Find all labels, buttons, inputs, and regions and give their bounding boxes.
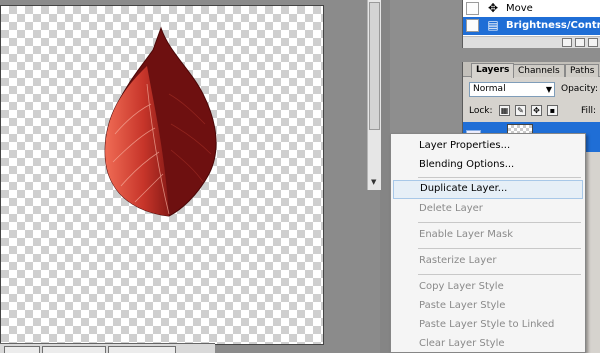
lock-position-icon[interactable]: ✥ bbox=[531, 105, 542, 116]
menu-item-enable-layer-mask[interactable]: Enable Layer Mask bbox=[393, 226, 583, 245]
history-snapshot-checkbox[interactable] bbox=[466, 2, 479, 15]
menu-separator bbox=[418, 274, 581, 275]
leaf-image bbox=[104, 26, 217, 217]
lock-label: Lock: bbox=[469, 106, 493, 116]
opacity-label: Opacity: bbox=[561, 84, 598, 94]
blend-mode-value: Normal bbox=[473, 84, 506, 94]
history-item-label: Brightness/Contrast bbox=[506, 20, 600, 31]
tab-paths[interactable]: Paths bbox=[565, 64, 600, 77]
menu-item-blending-options[interactable]: Blending Options... bbox=[393, 156, 583, 175]
history-snapshot-checkbox[interactable] bbox=[466, 19, 479, 32]
chevron-down-icon: ▼ bbox=[545, 85, 552, 94]
layers-panel-tabs: Layers Channels Paths bbox=[463, 62, 600, 78]
history-footer bbox=[463, 36, 600, 48]
history-panel: ✥ Move ▤ Brightness/Contrast bbox=[462, 0, 600, 48]
menu-separator bbox=[418, 248, 581, 249]
history-item-move[interactable]: ✥ Move bbox=[463, 0, 600, 18]
lock-all-icon[interactable]: ▪ bbox=[547, 105, 558, 116]
menu-item-layer-properties[interactable]: Layer Properties... bbox=[393, 137, 583, 156]
new-snapshot-icon[interactable] bbox=[562, 38, 572, 47]
document-tab-bar bbox=[0, 343, 215, 353]
tab-channels[interactable]: Channels bbox=[513, 64, 565, 77]
document-tab[interactable] bbox=[108, 346, 176, 353]
menu-item-duplicate-layer[interactable]: Duplicate Layer... bbox=[393, 180, 583, 199]
history-item-label: Move bbox=[506, 3, 533, 14]
scrollbar-thumb[interactable] bbox=[369, 2, 380, 130]
menu-item-paste-layer-style[interactable]: Paste Layer Style bbox=[393, 297, 583, 316]
menu-separator bbox=[418, 222, 581, 223]
history-item-brightness-contrast[interactable]: ▤ Brightness/Contrast bbox=[463, 17, 600, 35]
lock-transparency-icon[interactable]: ▦ bbox=[499, 105, 510, 116]
lock-image-icon[interactable]: ✎ bbox=[515, 105, 526, 116]
menu-item-rasterize-layer[interactable]: Rasterize Layer bbox=[393, 252, 583, 271]
menu-item-copy-layer-style[interactable]: Copy Layer Style bbox=[393, 278, 583, 297]
adjustment-layer-icon: ▤ bbox=[487, 18, 499, 32]
document-window: ▼ bbox=[0, 0, 381, 353]
fill-label: Fill: bbox=[581, 106, 597, 116]
menu-separator bbox=[418, 177, 581, 178]
image-canvas[interactable] bbox=[0, 5, 324, 345]
move-icon: ✥ bbox=[487, 1, 499, 15]
menu-item-paste-layer-style-to-linked[interactable]: Paste Layer Style to Linked bbox=[393, 316, 583, 335]
new-document-icon[interactable] bbox=[575, 38, 585, 47]
trash-icon[interactable] bbox=[588, 38, 598, 47]
menu-item-delete-layer[interactable]: Delete Layer bbox=[393, 200, 583, 219]
tab-layers[interactable]: Layers bbox=[471, 63, 515, 78]
document-tab[interactable] bbox=[4, 346, 40, 353]
document-tab[interactable] bbox=[42, 346, 106, 353]
blend-mode-select[interactable]: Normal ▼ bbox=[469, 82, 555, 97]
menu-item-clear-layer-style[interactable]: Clear Layer Style bbox=[393, 335, 583, 353]
layer-context-menu: Layer Properties... Blending Options... … bbox=[390, 133, 586, 353]
photoshop-window: ▼ ✥ Move ▤ Brightness/Contrast Layers Ch bbox=[0, 0, 600, 353]
canvas-vertical-scrollbar[interactable]: ▼ bbox=[367, 0, 381, 190]
scroll-down-arrow-icon[interactable]: ▼ bbox=[371, 178, 376, 186]
